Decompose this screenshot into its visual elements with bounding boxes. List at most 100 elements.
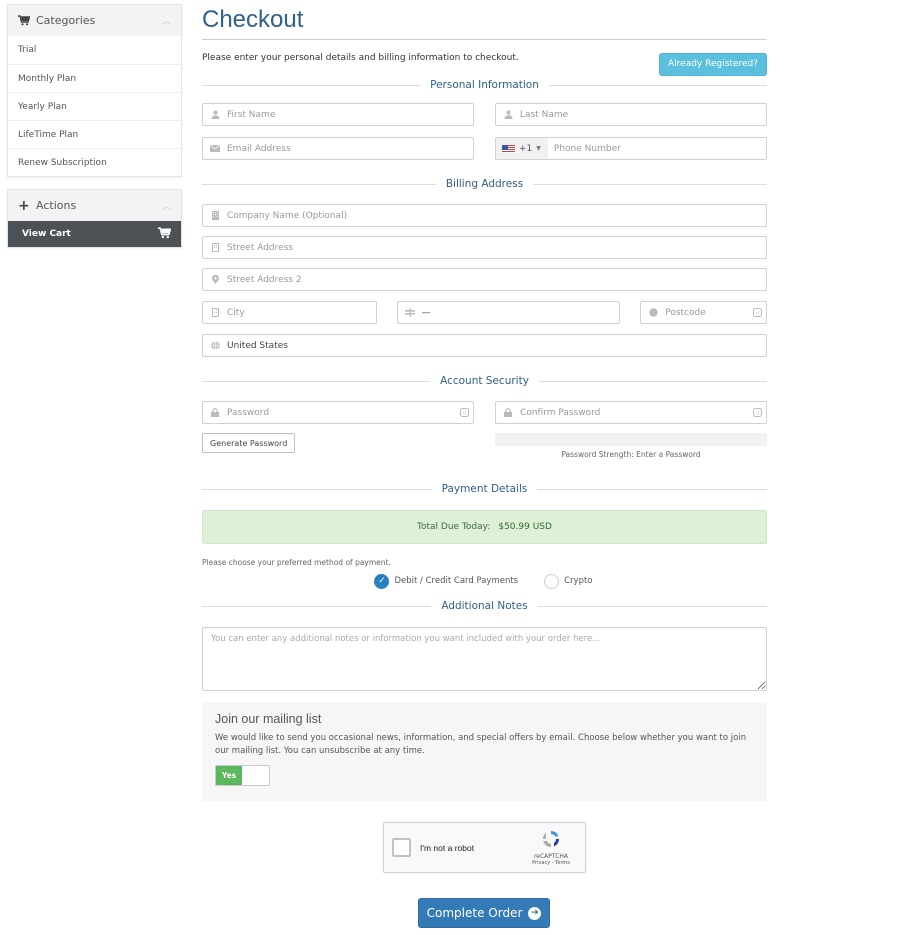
recaptcha-label: I'm not a robot	[420, 842, 475, 853]
map-marker-icon	[203, 275, 227, 284]
section-title-text: Additional Notes	[441, 600, 528, 612]
svg-text:•|: •|	[755, 310, 759, 316]
categories-panel: Categories ︿ Trial Monthly Plan Yearly P…	[7, 4, 182, 177]
lock-icon	[496, 408, 520, 417]
sidebar-item-trial[interactable]: Trial	[8, 36, 181, 64]
street-row: Street Address	[202, 236, 767, 259]
state-select[interactable]: —	[396, 301, 621, 324]
city-field[interactable]: City	[202, 301, 377, 324]
recaptcha-brand: reCAPTCHA Privacy - Terms	[521, 829, 581, 866]
globe-icon	[203, 341, 227, 350]
payment-method-card[interactable]: ✓ Debit / Credit Card Payments	[374, 573, 518, 589]
recaptcha-links[interactable]: Privacy - Terms	[532, 860, 570, 866]
sidebar-item-renew-subscription[interactable]: Renew Subscription	[8, 148, 181, 176]
sidebar-item-yearly-plan[interactable]: Yearly Plan	[8, 92, 181, 120]
sidebar-item-view-cart[interactable]: View Cart	[8, 221, 181, 247]
checkout-main: Checkout Please enter your personal deta…	[200, 0, 768, 801]
password-tools-row: Generate Password Password Strength: Ent…	[202, 433, 767, 459]
recaptcha-brand-name: reCAPTCHA	[533, 853, 569, 860]
total-due-label: Total Due Today:	[417, 522, 491, 532]
section-title-text: Payment Details	[441, 483, 528, 495]
street-address-2-field[interactable]: Street Address 2	[202, 268, 767, 291]
country-code-select[interactable]: +1 ▼	[496, 138, 548, 159]
country-select[interactable]: United States	[202, 334, 767, 357]
password-strength: Password Strength: Enter a Password	[495, 433, 767, 459]
mailing-list-title: Join our mailing list	[215, 712, 322, 726]
street-address-field[interactable]: Street Address	[202, 236, 767, 259]
email-placeholder: Email Address	[227, 143, 291, 154]
caret-down-icon: ▼	[536, 145, 541, 152]
user-icon	[496, 110, 520, 119]
section-payment-details: Payment Details	[202, 479, 767, 499]
section-title-text: Account Security	[440, 375, 529, 387]
recaptcha-checkbox[interactable]	[392, 838, 411, 857]
country-value: United States	[227, 340, 288, 351]
city-state-postcode-row: City — Postcode •|	[202, 301, 768, 324]
autofill-icon[interactable]: •|	[750, 407, 764, 418]
generate-password-container: Generate Password	[202, 433, 474, 459]
state-value: —	[421, 307, 431, 318]
building-outline-icon	[203, 308, 227, 317]
sidebar-item-lifetime-plan[interactable]: LifeTime Plan	[8, 120, 181, 148]
radio-unchecked-icon[interactable]	[544, 573, 560, 589]
autofill-icon[interactable]: •|	[750, 307, 764, 318]
company-name-field[interactable]: Company Name (Optional)	[202, 204, 767, 227]
country-row: United States	[202, 334, 767, 357]
recaptcha-logo-icon	[541, 829, 561, 852]
postcode-field[interactable]: Postcode •|	[640, 301, 768, 324]
section-title-text: Personal Information	[430, 79, 539, 91]
name-row: First Name Last Name	[202, 103, 767, 126]
already-registered-button[interactable]: Already Registered?	[659, 52, 767, 76]
phone-field[interactable]: +1 ▼ Phone Number	[495, 137, 767, 160]
confirm-password-field[interactable]: Confirm Password •|	[495, 401, 767, 424]
toggle-yes-label: Yes	[216, 766, 242, 785]
categories-title: Categories	[36, 14, 96, 27]
password-placeholder: Password	[227, 407, 270, 418]
first-name-field[interactable]: First Name	[202, 103, 474, 126]
company-row: Company Name (Optional)	[202, 204, 767, 227]
country-code: +1	[519, 143, 533, 154]
autofill-icon[interactable]: •|	[457, 407, 471, 418]
total-due-amount: $50.99 USD	[498, 522, 552, 532]
section-personal-information: Personal Information	[202, 75, 767, 95]
payment-methods: ✓ Debit / Credit Card Payments Crypto	[200, 572, 767, 590]
last-name-field[interactable]: Last Name	[495, 103, 767, 126]
sidebar: Categories ︿ Trial Monthly Plan Yearly P…	[7, 4, 182, 260]
cart-icon	[18, 15, 32, 26]
radio-checked-icon[interactable]: ✓	[374, 573, 390, 589]
actions-title: Actions	[36, 199, 77, 212]
email-field[interactable]: Email Address	[202, 137, 474, 160]
lock-icon	[203, 408, 227, 417]
actions-panel-header[interactable]: + Actions ︿	[8, 190, 181, 221]
generate-password-button[interactable]: Generate Password	[202, 433, 296, 453]
svg-text:•|: •|	[462, 410, 466, 416]
payment-method-label: Crypto	[564, 576, 593, 586]
mailing-list-text: We would like to send you occasional new…	[215, 733, 747, 756]
section-billing-address: Billing Address	[202, 174, 767, 194]
categories-list: Trial Monthly Plan Yearly Plan LifeTime …	[8, 36, 181, 176]
signpost-icon	[398, 308, 422, 317]
chevron-up-icon[interactable]: ︿	[162, 14, 171, 27]
envelope-icon	[203, 145, 227, 152]
additional-notes-textarea[interactable]	[202, 627, 767, 691]
svg-text:•|: •|	[755, 410, 759, 416]
user-icon	[203, 110, 227, 119]
mailing-list-toggle[interactable]: Yes	[215, 765, 270, 786]
contact-row: Email Address +1 ▼ Phone Number	[202, 137, 767, 160]
arrow-circle-right-icon: ➜	[528, 906, 542, 920]
us-flag-icon	[502, 144, 515, 153]
mailing-list-box: Join our mailing list We would like to s…	[202, 702, 767, 801]
section-additional-notes: Additional Notes	[202, 596, 767, 616]
certificate-icon	[641, 308, 665, 317]
total-due-box: Total Due Today: $50.99 USD	[202, 510, 767, 544]
chevron-up-icon[interactable]: ︿	[162, 199, 171, 212]
actions-panel: + Actions ︿ View Cart	[7, 189, 182, 248]
confirm-password-placeholder: Confirm Password	[520, 407, 601, 418]
postcode-placeholder: Postcode	[665, 307, 706, 318]
categories-panel-header[interactable]: Categories ︿	[8, 5, 181, 36]
sidebar-item-monthly-plan[interactable]: Monthly Plan	[8, 64, 181, 92]
intro-row: Please enter your personal details and b…	[202, 50, 767, 76]
payment-method-crypto[interactable]: Crypto	[544, 573, 593, 589]
password-field[interactable]: Password •|	[202, 401, 474, 424]
complete-order-button[interactable]: Complete Order ➜	[418, 898, 550, 928]
